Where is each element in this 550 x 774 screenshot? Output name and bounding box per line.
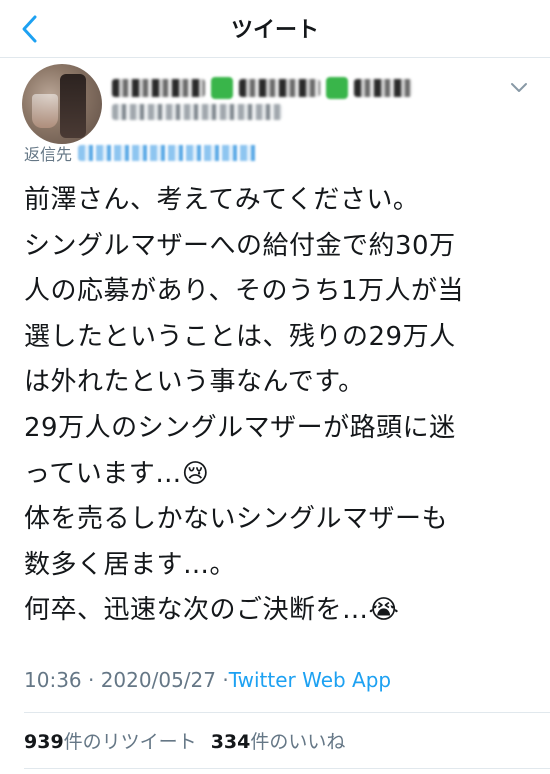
tweet-line: 前澤さん、考えてみてください。 bbox=[24, 185, 420, 215]
tweet-line: 何卒、迅速な次のご決断を…😭 bbox=[24, 595, 400, 626]
tweet-detail-screen: ツイート 返信先 前澤さん、考えてみてください。 シングルマザーへの給付金で約3… bbox=[0, 0, 550, 774]
tweet-source-link[interactable]: Twitter Web App bbox=[229, 668, 391, 692]
tweet-timestamp: 10:36 · 2020/05/27 · bbox=[24, 668, 229, 692]
top-bar: ツイート bbox=[0, 0, 550, 58]
likes-label: 件のいいね bbox=[250, 730, 346, 753]
chevron-down-icon bbox=[511, 83, 527, 92]
likes-count: 334 bbox=[210, 730, 251, 753]
tweet-text: 前澤さん、考えてみてください。 シングルマザーへの給付金で約30万 人の応募があ… bbox=[24, 178, 530, 634]
tweet-line: 人の応募があり、そのうち1万人が当 bbox=[24, 276, 465, 307]
tweet-meta: 10:36 · 2020/05/27 · Twitter Web App bbox=[24, 666, 391, 694]
reply-to: 返信先 bbox=[24, 141, 259, 165]
author-handle-redacted[interactable] bbox=[112, 104, 282, 120]
reply-to-label: 返信先 bbox=[24, 145, 73, 164]
tweet-line: は外れたという事なんです。 bbox=[24, 367, 365, 398]
divider bbox=[24, 768, 550, 769]
tweet-line: 選したということは、残りの29万人 bbox=[24, 321, 456, 352]
tweet-line: っています…😢 bbox=[24, 458, 210, 489]
author-name-redacted[interactable] bbox=[112, 74, 412, 102]
retweets-stat[interactable]: 939 件のリツイート bbox=[24, 727, 197, 754]
tweet-line: シングルマザーへの給付金で約30万 bbox=[24, 230, 456, 261]
reply-to-handle-redacted[interactable] bbox=[78, 145, 259, 161]
tweet-stats: 939 件のリツイート 334 件のいいね bbox=[24, 726, 345, 754]
retweets-count: 939 bbox=[24, 730, 64, 753]
tweet-menu-button[interactable] bbox=[506, 78, 532, 98]
avatar[interactable] bbox=[22, 64, 102, 144]
retweets-label: 件のリツイート bbox=[63, 730, 197, 753]
tweet-line: 体を売るしかないシングルマザーも bbox=[24, 504, 449, 535]
divider bbox=[24, 712, 550, 713]
tweet-line: 数多く居ます…。 bbox=[24, 549, 237, 580]
page-title: ツイート bbox=[230, 18, 319, 43]
likes-stat[interactable]: 334 件のいいね bbox=[211, 727, 346, 754]
tweet-line: 29万人のシングルマザーが路頭に迷 bbox=[24, 412, 456, 443]
